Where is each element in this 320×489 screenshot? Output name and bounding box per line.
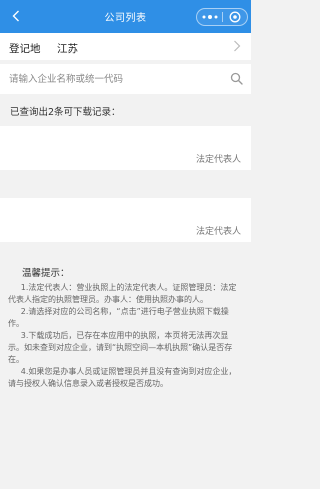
registration-label: 登记地 bbox=[9, 43, 41, 55]
notice-section: 温馨提示： 1.法定代表人：营业执照上的法定代表人。证照管理员：法定代表人指定的… bbox=[8, 268, 244, 390]
search-bar bbox=[0, 64, 251, 94]
company-record[interactable]: 法定代表人 bbox=[0, 198, 251, 242]
more-dots-icon bbox=[202, 15, 217, 19]
chevron-right-icon bbox=[234, 40, 241, 52]
notice-title: 温馨提示： bbox=[22, 268, 70, 279]
close-button[interactable] bbox=[223, 9, 247, 25]
result-summary: 已查询出2条可下载记录： bbox=[10, 107, 121, 118]
close-circle-icon bbox=[229, 11, 241, 23]
company-record[interactable]: 法定代表人 bbox=[0, 126, 251, 170]
registration-location-selector[interactable]: 登记地 江苏 bbox=[0, 33, 251, 60]
role-label: 法定代表人 bbox=[195, 227, 241, 237]
notice-item: 3.下载成功后，已存在本应用中的执照，本页将无法再次显示。如未查到对应企业，请到… bbox=[8, 331, 233, 364]
registration-value: 江苏 bbox=[57, 43, 78, 55]
company-list-page: 公司列表 登记地 江苏 请输入企业名称或统一代码 已查询出2条可下载记录： 法定… bbox=[0, 0, 251, 489]
navigation-bar: 公司列表 bbox=[0, 0, 251, 33]
notice-item: 1.法定代表人：营业执照上的法定代表人。证照管理员：法定代表人指定的执照管理员。… bbox=[8, 283, 237, 304]
mini-program-capsule bbox=[196, 8, 248, 26]
notice-item: 2.请选择对应的公司名称，“点击”进行电子营业执照下载操作。 bbox=[8, 307, 229, 328]
search-input[interactable] bbox=[9, 68, 219, 90]
notice-item: 4.如果您是办事人员或证照管理员并且没有查询到对应企业，请与授权人确认信息录入或… bbox=[8, 367, 237, 388]
search-icon[interactable] bbox=[230, 72, 243, 85]
role-label: 法定代表人 bbox=[195, 155, 241, 165]
more-button[interactable] bbox=[197, 9, 222, 25]
